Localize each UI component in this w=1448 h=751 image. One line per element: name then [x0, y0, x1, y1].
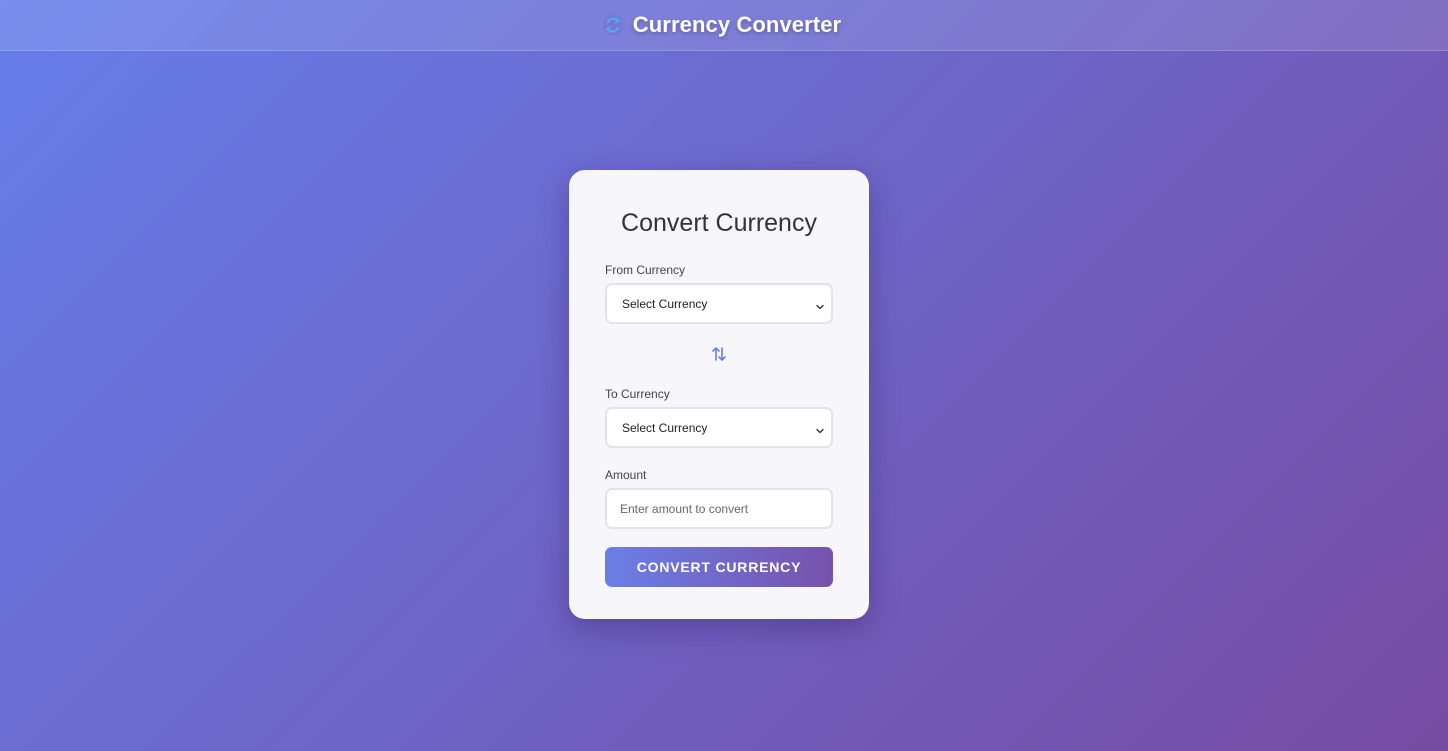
- header-brand: Currency Converter: [601, 12, 841, 38]
- to-currency-select[interactable]: Select Currency: [605, 407, 833, 448]
- amount-input[interactable]: [605, 488, 833, 529]
- chevron-down-icon: [815, 423, 825, 433]
- amount-label: Amount: [605, 468, 647, 482]
- swap-row: [605, 338, 833, 386]
- to-currency-value: Select Currency: [622, 420, 708, 435]
- card-title: Convert Currency: [621, 209, 817, 237]
- app-header: Currency Converter: [0, 0, 1448, 51]
- app-title: Currency Converter: [632, 12, 842, 37]
- to-currency-label: To Currency: [605, 387, 670, 401]
- chevron-down-icon: [815, 299, 825, 309]
- currency-exchange-icon: [601, 13, 625, 37]
- swap-currencies-button[interactable]: [709, 346, 729, 366]
- from-currency-value: Select Currency: [622, 296, 708, 311]
- from-currency-label: From Currency: [605, 263, 686, 277]
- convert-currency-button[interactable]: CONVERT CURRENCY: [605, 547, 833, 587]
- from-currency-select[interactable]: Select Currency: [605, 283, 833, 324]
- swap-vertical-icon: [711, 345, 727, 368]
- converter-card: Convert Currency From Currency Select Cu…: [569, 170, 869, 619]
